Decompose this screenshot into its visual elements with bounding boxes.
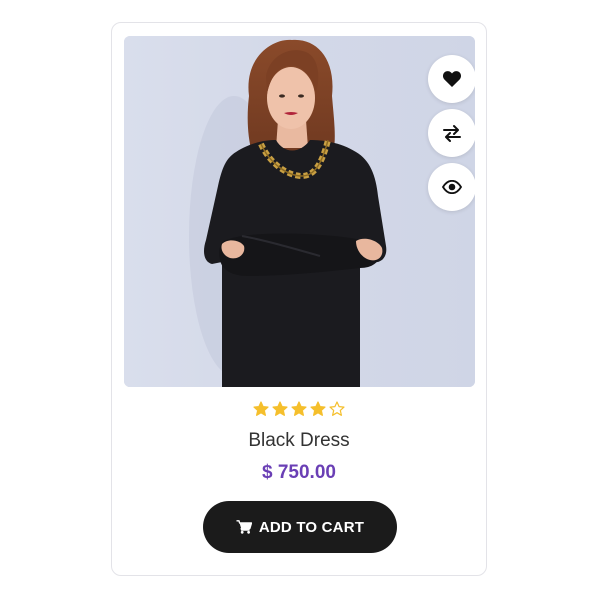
compare-button[interactable] [428,109,475,157]
wishlist-button[interactable] [428,55,475,103]
star-empty-icon [329,401,345,416]
star-filled-icon [253,401,269,416]
arrows-exchange-icon [443,125,461,142]
product-price: $ 750.00 [262,462,336,483]
add-to-cart-label: ADD TO CART [258,518,365,536]
star-filled-icon [291,401,307,416]
model-in-black-dress-photo [124,36,475,387]
shopping-cart-icon [236,520,252,534]
star-rating [112,401,486,417]
add-to-cart-button[interactable]: ADD TO CART [203,501,397,553]
star-filled-icon [310,401,326,416]
quick-view-button[interactable] [428,163,475,211]
star-filled-icon [272,401,288,416]
product-title[interactable]: Black Dress [112,430,486,452]
product-card: Black Dress $ 750.00 ADD TO CART [111,22,487,576]
heart-icon [442,71,462,87]
product-image[interactable] [124,36,475,387]
eye-icon [442,180,462,194]
